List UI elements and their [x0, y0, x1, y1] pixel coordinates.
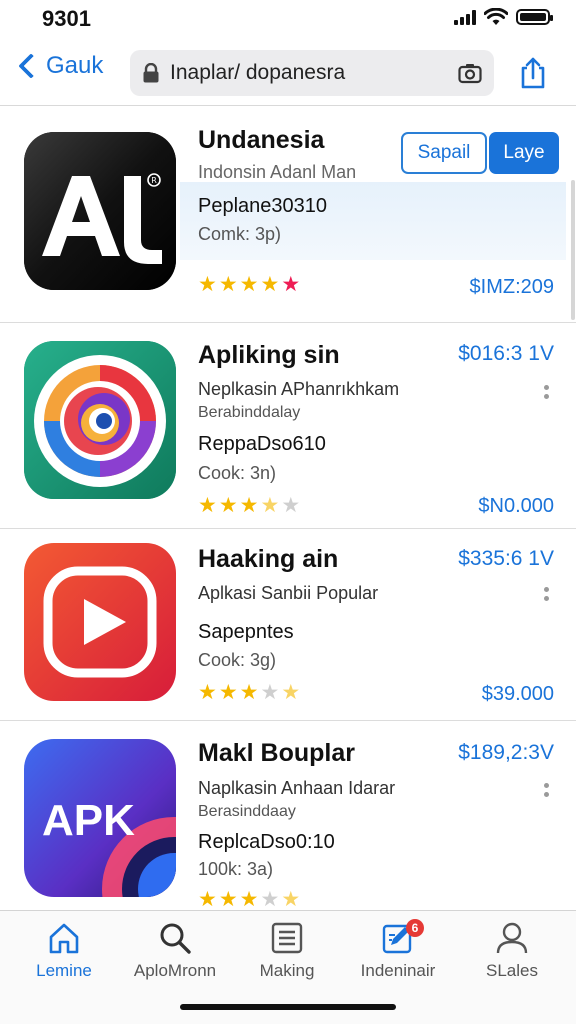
star-icon: ★ [239, 494, 259, 517]
app-compatibility: Comk: 3p) [198, 224, 282, 244]
scrollbar[interactable] [571, 180, 575, 320]
tab-label: SLales [486, 961, 538, 980]
app-size: Peplane30310 [198, 195, 328, 217]
address-text: Inaplar/ dopanesra [170, 61, 346, 84]
apk-logo-icon[interactable]: APK [24, 739, 176, 897]
star-icon: ★ [239, 273, 259, 296]
row-highlight [180, 182, 566, 260]
status-icons [454, 8, 553, 26]
rating-stars: ★ ★ ★ ★ ★ [198, 889, 300, 910]
tab-search[interactable]: AploMronn [115, 921, 235, 981]
share-icon[interactable] [518, 56, 548, 90]
person-icon [496, 922, 528, 954]
tab-updates[interactable]: 6 Indeninair [338, 919, 458, 981]
app-price: $IMZ:209 [469, 276, 554, 298]
app-size: ReppaDso610 [198, 433, 326, 455]
tab-label: Indeninair [360, 961, 436, 980]
star-icon: ★ [281, 273, 301, 296]
back-button[interactable]: Gauk [16, 52, 103, 80]
list-item[interactable]: APK Makl Bouplar $189,2:3V Naplkasin Anh… [0, 721, 576, 910]
star-icon: ★ [239, 888, 259, 910]
rating-stars: ★ ★ ★ ★ ★ [198, 495, 300, 516]
app-compatibility: Cook: 3g) [198, 650, 277, 670]
app-price-top: $016:3 1V [458, 342, 554, 365]
star-half-icon: ★ [281, 888, 301, 910]
star-half-icon: ★ [281, 681, 301, 704]
app-name: Makl Bouplar [198, 739, 355, 767]
secondary-action-button[interactable]: Sapail [401, 132, 487, 174]
ai-logo-icon[interactable]: R [24, 132, 176, 290]
wifi-icon [484, 8, 508, 25]
star-icon: ★ [218, 681, 238, 704]
app-size: Sapepntes [198, 621, 294, 643]
star-icon: ★ [198, 273, 217, 296]
tab-home[interactable]: Lemine [4, 921, 124, 981]
app-subtitle: Indonsin Adanl Man [198, 162, 357, 182]
home-icon [49, 923, 79, 954]
battery-icon [516, 9, 553, 25]
app-subtitle: Naplkasin Anhaan Idarar [198, 778, 396, 798]
app-price: $N0.000 [478, 495, 554, 517]
app-subtitle-secondary: Berasinddaay [198, 803, 296, 820]
app-price: $39.000 [481, 683, 554, 705]
app-name: Haaking ain [198, 545, 339, 573]
list-icon [271, 922, 303, 954]
star-icon: ★ [218, 888, 238, 910]
app-price-top: $189,2:3V [458, 741, 554, 764]
chevron-left-icon [18, 53, 44, 79]
back-label: Gauk [46, 52, 104, 79]
app-price-top: $335:6 1V [458, 547, 554, 570]
navigation-bar: Gauk Inaplar/ dopanesra [0, 44, 576, 106]
more-options-button[interactable] [544, 385, 550, 399]
notification-badge: 6 [406, 919, 424, 937]
home-indicator[interactable] [180, 1004, 396, 1010]
star-icon: ★ [281, 494, 301, 517]
app-list[interactable]: R Undanesia Indonsin Adanl Man Sapail La… [0, 108, 576, 910]
app-compatibility: 100k: 3a) [198, 859, 274, 879]
swirl-logo-icon[interactable] [24, 341, 176, 499]
star-icon: ★ [260, 888, 280, 910]
lock-icon [143, 63, 159, 83]
list-item[interactable]: Apliking sin $016:3 1V Neplkasin APhanrı… [0, 323, 576, 529]
status-time: 9301 [42, 6, 91, 31]
star-icon: ★ [198, 494, 217, 517]
star-icon: ★ [198, 681, 217, 704]
tab-label: Making [259, 961, 315, 980]
star-icon: ★ [260, 681, 280, 704]
list-item[interactable]: R Undanesia Indonsin Adanl Man Sapail La… [0, 108, 576, 323]
more-options-button[interactable] [544, 587, 550, 601]
play-logo-icon[interactable] [24, 543, 176, 701]
svg-text:R: R [151, 176, 157, 185]
star-icon: ★ [218, 494, 238, 517]
app-size: ReplcaDso0:10 [198, 831, 335, 853]
star-icon: ★ [218, 273, 238, 296]
search-icon [160, 923, 191, 954]
app-subtitle: Neplkasin APhanrıkhkam [198, 379, 400, 399]
apk-icon-text: APK [42, 796, 135, 845]
address-bar[interactable]: Inaplar/ dopanesra [130, 50, 494, 96]
star-half-icon: ★ [260, 494, 280, 517]
app-compatibility: Cook: 3n) [198, 463, 277, 483]
rating-stars: ★ ★ ★ ★ ★ [198, 274, 300, 295]
more-options-button[interactable] [544, 783, 550, 797]
app-name: Apliking sin [198, 341, 340, 369]
rating-stars: ★ ★ ★ ★ ★ [198, 682, 300, 703]
status-bar: 9301 [0, 0, 576, 36]
star-icon: ★ [239, 681, 259, 704]
tab-profile[interactable]: SLales [452, 921, 572, 981]
app-subtitle: Aplkasi Sanbii Popular [198, 583, 379, 603]
app-subtitle-secondary: Berabinddalay [198, 404, 301, 421]
list-item[interactable]: Haaking ain $335:6 1V Aplkasi Sanbii Pop… [0, 529, 576, 721]
primary-action-button[interactable]: Laye [489, 132, 559, 174]
star-icon: ★ [198, 888, 217, 910]
signal-icon [454, 9, 476, 25]
tab-label: Lemine [36, 961, 92, 980]
app-name: Undanesia [198, 126, 325, 154]
tab-making[interactable]: Making [227, 921, 347, 981]
camera-icon[interactable] [458, 62, 482, 84]
star-icon: ★ [260, 273, 280, 296]
tab-label: AploMronn [133, 961, 217, 980]
